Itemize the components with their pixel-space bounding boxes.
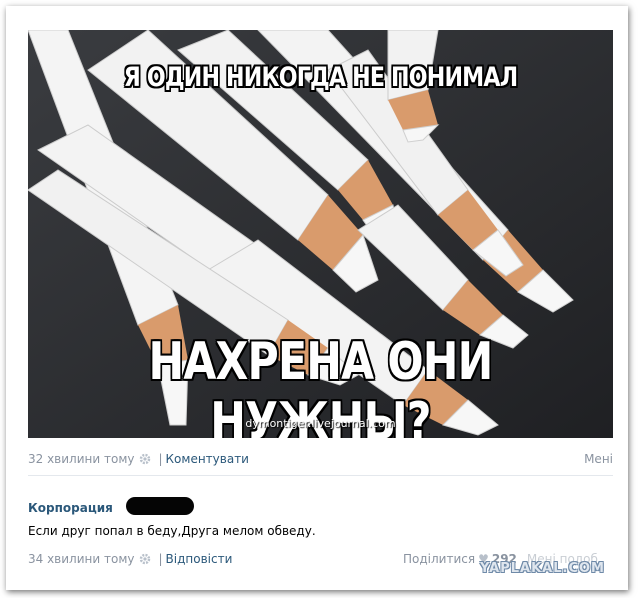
comment-author[interactable]: Корпорация (28, 501, 113, 515)
comment-text: Если друг попал в беду,Друга мелом обвед… (28, 524, 316, 538)
post-meta-row: 32 хвилини тому | Коментувати Мені (28, 452, 613, 466)
share-button[interactable]: Поділитися (403, 552, 475, 566)
meme-top-caption: Я ОДИН НИКОГДА НЕ ПОНИМАЛ (123, 62, 518, 93)
meta-separator: | (158, 552, 163, 566)
comment-link[interactable]: Коментувати (166, 452, 249, 466)
meta-separator: | (158, 452, 163, 466)
comment-timestamp[interactable]: 34 хвилини тому (28, 552, 134, 566)
post-like-label[interactable]: Мені (584, 452, 613, 466)
post-image[interactable]: Я ОДИН НИКОГДА НЕ ПОНИМАЛ НАХРЕНА ОНИ НУ… (28, 30, 613, 438)
site-watermark: YAPLAKAL.COM (480, 561, 605, 576)
reply-link[interactable]: Відповісти (166, 552, 233, 566)
image-watermark-url: dymontiger.livejournal.com (245, 417, 396, 430)
post-timestamp[interactable]: 32 хвилини тому (28, 452, 134, 466)
gear-icon[interactable] (139, 453, 151, 465)
gear-icon[interactable] (139, 553, 151, 565)
divider (28, 475, 613, 476)
censored-name-block (126, 497, 194, 515)
